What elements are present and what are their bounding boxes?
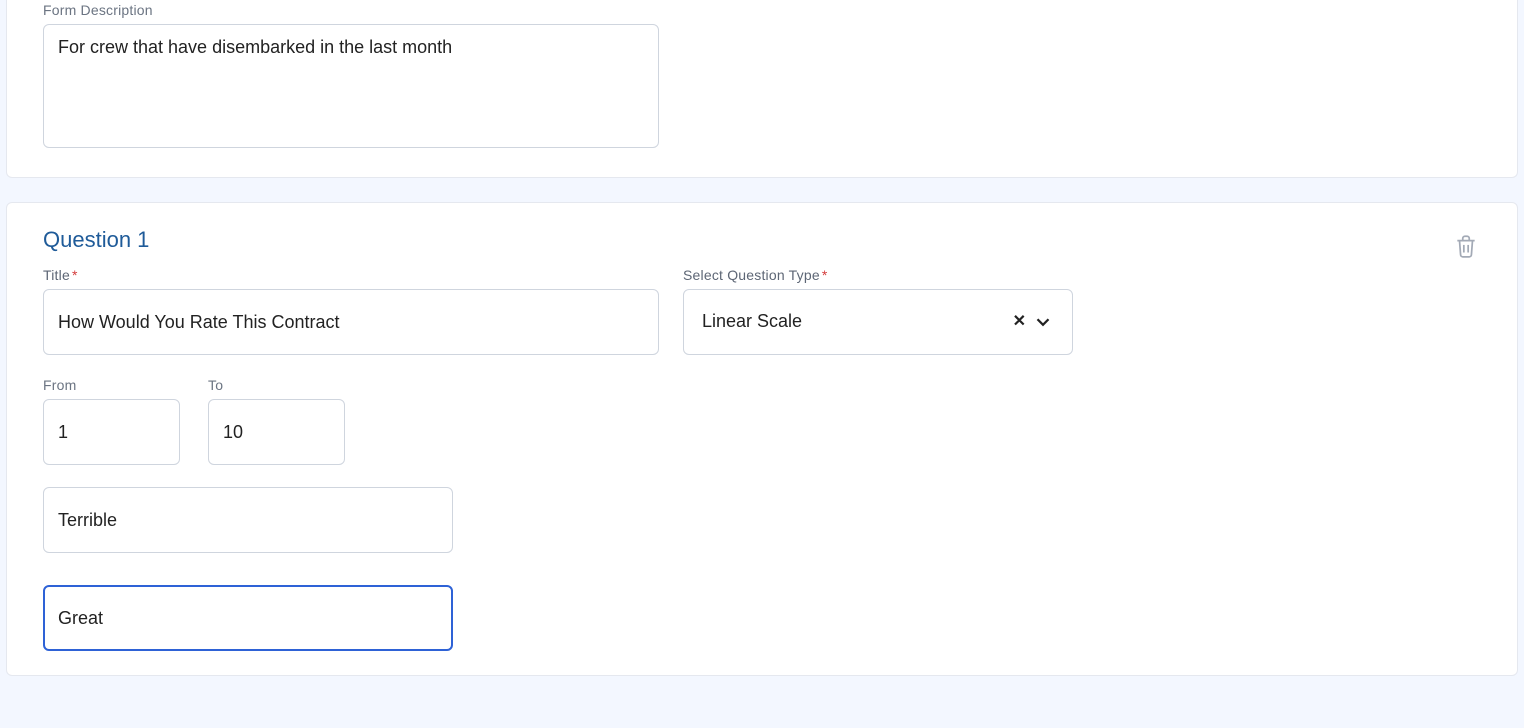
scale-from-input[interactable]: [43, 399, 180, 465]
question-title-input[interactable]: [43, 289, 659, 355]
question-type-select[interactable]: Linear Scale ✕: [683, 289, 1073, 355]
trash-icon: [1453, 233, 1479, 259]
required-asterisk: *: [72, 267, 78, 283]
scale-high-label-input[interactable]: [43, 585, 453, 651]
title-label: Title*: [43, 267, 659, 283]
scale-to-input[interactable]: [208, 399, 345, 465]
question-type-label: Select Question Type*: [683, 267, 1073, 283]
form-description-input[interactable]: [43, 24, 659, 148]
title-label-text: Title: [43, 267, 70, 283]
clear-select-icon[interactable]: ✕: [1013, 311, 1026, 333]
delete-question-button[interactable]: [1453, 233, 1481, 261]
question-type-label-text: Select Question Type: [683, 267, 820, 283]
scale-low-label-input[interactable]: [43, 487, 453, 553]
question-card: Question 1 Title* Select Question Type* …: [6, 202, 1518, 676]
required-asterisk: *: [822, 267, 828, 283]
form-description-label: Form Description: [43, 2, 1481, 18]
from-label: From: [43, 377, 180, 393]
chevron-down-icon: [1032, 311, 1054, 333]
to-label: To: [208, 377, 345, 393]
question-heading: Question 1: [43, 227, 1481, 253]
question-type-value: Linear Scale: [702, 309, 802, 334]
form-description-card: Form Description: [6, 0, 1518, 178]
